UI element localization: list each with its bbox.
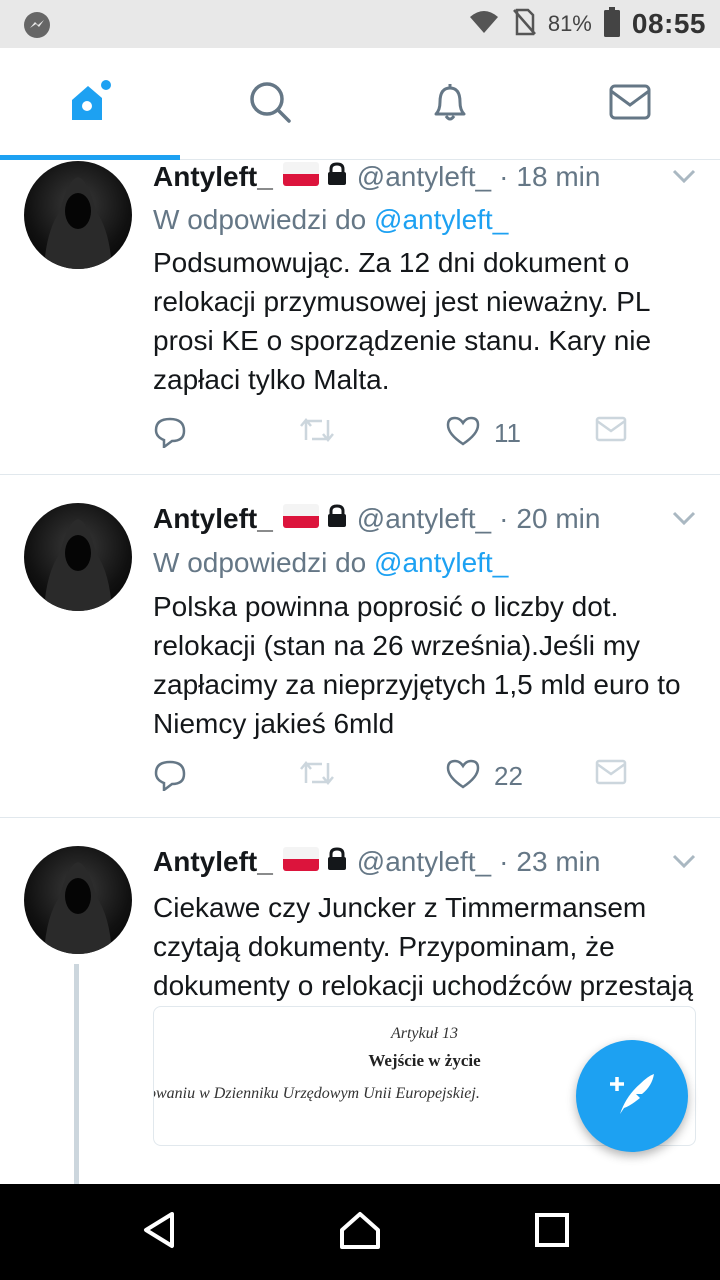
- reply-prefix: W odpowiedzi do: [153, 547, 367, 578]
- no-sim-icon: [512, 8, 536, 41]
- tab-notifications[interactable]: [360, 48, 540, 160]
- direct-message-button[interactable]: [595, 759, 627, 790]
- image-article-number: Artykuł 13: [390, 1025, 459, 1042]
- battery-percent: 81%: [547, 11, 592, 36]
- tweet-text: Polska powinna poprosić o liczby dot. re…: [153, 591, 681, 739]
- tweet-time: 20 min: [516, 503, 601, 534]
- avatar[interactable]: [24, 161, 132, 269]
- search-icon: [248, 80, 292, 129]
- home-icon: [66, 78, 114, 131]
- poland-flag-icon: [282, 504, 319, 528]
- chevron-down-icon[interactable]: [672, 169, 696, 188]
- tweet-actions: 22: [153, 759, 633, 799]
- thread-line: [74, 964, 79, 1218]
- author-name[interactable]: Antyleft_: [153, 503, 273, 535]
- heart-icon: [446, 416, 480, 451]
- like-count: 11: [494, 418, 521, 448]
- heart-icon: [446, 759, 480, 794]
- like-count: 22: [494, 761, 523, 791]
- tab-bar: [0, 48, 720, 160]
- retweet-icon: [299, 416, 335, 449]
- lock-icon: [327, 161, 347, 193]
- poland-flag-icon: [282, 847, 319, 871]
- reply-context: W odpowiedzi do @antyleft_: [153, 204, 508, 236]
- reply-mention[interactable]: @antyleft_: [374, 204, 508, 235]
- reply-icon: [153, 416, 187, 453]
- lock-icon: [327, 503, 347, 535]
- tweet-time: 18 min: [516, 161, 601, 192]
- tweet-header: Antyleft_ @antyleft_ · 23 min: [153, 846, 600, 878]
- like-button[interactable]: 11: [446, 416, 521, 451]
- active-tab-indicator: [0, 155, 180, 160]
- separator-dot: ·: [499, 161, 509, 192]
- compose-quill-icon: [604, 1066, 660, 1127]
- separator-dot: ·: [499, 503, 509, 534]
- author-handle[interactable]: @antyleft_: [357, 161, 491, 193]
- system-navigation-bar: [0, 1184, 720, 1280]
- lock-icon: [327, 846, 347, 878]
- status-bar: 81% 08:55: [0, 0, 720, 48]
- reply-mention[interactable]: @antyleft_: [374, 547, 508, 578]
- bell-icon: [428, 80, 472, 129]
- tweet-time: 23 min: [516, 846, 601, 877]
- reply-prefix: W odpowiedzi do: [153, 204, 367, 235]
- status-indicators: 81% 08:55: [468, 0, 706, 48]
- messenger-icon: [22, 10, 52, 40]
- tab-search[interactable]: [180, 48, 360, 160]
- reply-icon: [153, 759, 187, 796]
- poland-flag-icon: [282, 162, 319, 186]
- tab-home[interactable]: [0, 48, 180, 160]
- avatar[interactable]: [24, 846, 132, 954]
- chevron-down-icon[interactable]: [672, 854, 696, 873]
- back-button[interactable]: [130, 1202, 190, 1262]
- author-handle[interactable]: @antyleft_: [357, 846, 491, 878]
- retweet-button[interactable]: [299, 759, 335, 792]
- home-button[interactable]: [330, 1202, 390, 1262]
- avatar[interactable]: [24, 503, 132, 611]
- like-button[interactable]: 22: [446, 759, 523, 794]
- mail-icon: [595, 759, 627, 790]
- author-handle[interactable]: @antyleft_: [357, 503, 491, 535]
- separator-dot: ·: [499, 846, 509, 877]
- tweet-text: Podsumowując. Za 12 dni dokument o relok…: [153, 247, 652, 395]
- chevron-down-icon[interactable]: [672, 511, 696, 530]
- tab-messages[interactable]: [540, 48, 720, 160]
- reply-context: W odpowiedzi do @antyleft_: [153, 547, 508, 579]
- retweet-icon: [299, 759, 335, 792]
- author-name[interactable]: Antyleft_: [153, 846, 273, 878]
- tweet[interactable]: Antyleft_ @antyleft_ · 20 min W odpowied…: [0, 475, 720, 818]
- home-outline-icon: [338, 1210, 382, 1255]
- tweet-actions: 11: [153, 416, 633, 456]
- image-article-text: owaniu w Dzienniku Urzędowym Unii Europe…: [153, 1085, 480, 1102]
- author-name[interactable]: Antyleft_: [153, 161, 273, 193]
- recents-square-icon: [534, 1212, 570, 1253]
- tweet-header: Antyleft_ @antyleft_ · 18 min: [153, 161, 600, 193]
- clock: 08:55: [631, 8, 706, 39]
- reply-button[interactable]: [153, 759, 187, 796]
- mail-icon: [595, 416, 627, 447]
- battery-icon: [603, 6, 620, 42]
- reply-button[interactable]: [153, 416, 187, 453]
- back-triangle-icon: [140, 1210, 180, 1255]
- tweet[interactable]: Antyleft_ @antyleft_ · 23 min Ciekawe cz…: [0, 818, 720, 1218]
- direct-message-button[interactable]: [595, 416, 627, 447]
- recents-button[interactable]: [522, 1202, 582, 1262]
- compose-tweet-button[interactable]: [576, 1040, 688, 1152]
- wifi-icon: [468, 9, 500, 40]
- tweet[interactable]: Antyleft_ @antyleft_ · 18 min W odpowied…: [0, 161, 720, 475]
- tweet-header: Antyleft_ @antyleft_ · 20 min: [153, 503, 600, 535]
- retweet-button[interactable]: [299, 416, 335, 449]
- mail-icon: [608, 83, 652, 126]
